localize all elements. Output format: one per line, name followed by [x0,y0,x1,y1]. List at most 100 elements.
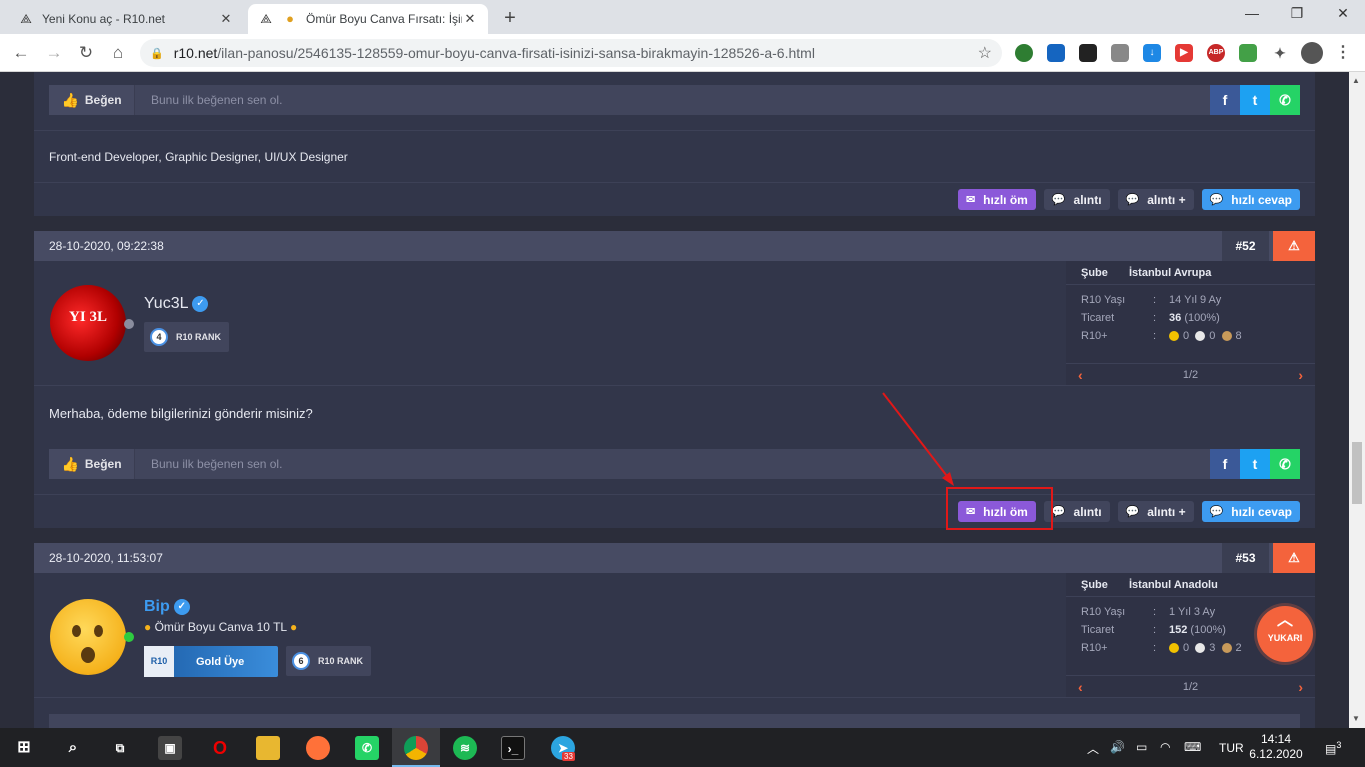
scroll-to-top-button[interactable]: ︿ YUKARI [1257,606,1313,662]
close-window-icon[interactable]: ✕ [1329,5,1357,22]
whatsapp-icon[interactable]: ✆ [1270,449,1300,479]
adblock-icon[interactable]: ABP [1207,44,1225,62]
extension-icon[interactable] [1047,44,1065,62]
chevron-right-icon[interactable]: › [1298,679,1303,695]
comment-icon: 💬 [1051,194,1066,206]
post-date: 28-10-2020, 09:22:38 [49,239,164,253]
tab-yeni-konu[interactable]: ⟁ Yeni Konu aç - R10.net ✕ [8,4,244,34]
page-scrollbar[interactable]: ▲ ▼ [1349,72,1365,728]
scroll-down-arrow-icon[interactable]: ▼ [1352,714,1360,723]
info-pager: ‹ 1/2 › [1066,675,1315,697]
task-view-icon[interactable]: ⧉ [108,736,132,760]
facebook-icon[interactable]: f [1210,449,1240,479]
post-51-card: 👍 Beğen Bunu ilk beğenen sen ol. f t ✆ Fr… [34,72,1315,216]
keyboard-icon[interactable]: ⌨ [1184,740,1201,754]
bookmark-star-icon[interactable]: ☆ [978,43,992,63]
user-avatar[interactable]: YI 3L [50,285,126,361]
store-icon[interactable]: ▣ [158,736,182,760]
post-number-link[interactable]: #53 [1222,543,1269,573]
telegram-badge: 33 [562,752,575,761]
terminal-icon[interactable]: ›_ [501,736,525,760]
info-pager: ‹ 1/2 › [1066,363,1315,385]
battery-icon[interactable]: ▭ [1136,740,1147,754]
comment-icon: 💬 [1209,194,1224,206]
search-icon[interactable]: ⌕ [61,736,85,760]
download-extension-icon[interactable]: ↓ [1143,44,1161,62]
file-explorer-icon[interactable] [256,736,280,760]
close-tab-icon[interactable]: ✕ [218,11,234,27]
opera-icon[interactable]: O [208,736,232,760]
emoji-icon: ● [144,620,152,634]
gold-member-badge: R10 Gold Üye [144,646,278,677]
new-tab-icon[interactable]: + [498,7,522,30]
whatsapp-icon[interactable]: ✆ [355,736,379,760]
firefox-icon[interactable] [306,736,330,760]
home-icon[interactable]: ⌂ [107,42,129,64]
twitter-icon[interactable]: t [1240,449,1270,479]
post-number-link[interactable]: #52 [1222,231,1269,261]
youtube-extension-icon[interactable]: ▶ [1175,44,1193,62]
quick-pm-button[interactable]: ✉ hızlı öm [957,189,1036,210]
whatsapp-icon[interactable]: ✆ [1270,85,1300,115]
tab-title: Ömür Boyu Canva Fırsatı: İşinizi Sansa [306,12,462,26]
tab-canva-thread[interactable]: ⟁ ● Ömür Boyu Canva Fırsatı: İşinizi San… [248,4,488,34]
like-status-text: Bunu ilk beğenen sen ol. [151,457,283,471]
notification-center-icon[interactable]: ▤3 [1325,740,1341,756]
forward-icon[interactable]: → [43,42,65,64]
menu-kebab-icon[interactable]: ⋮ [1334,44,1352,62]
facebook-icon[interactable]: f [1210,85,1240,115]
scroll-up-arrow-icon[interactable]: ▲ [1352,76,1360,85]
post-date: 28-10-2020, 11:53:07 [49,551,163,565]
close-tab-icon[interactable]: ✕ [462,11,478,27]
user-avatar[interactable] [50,599,126,675]
divider [34,182,1315,183]
chevron-right-icon[interactable]: › [1298,367,1303,383]
username-link[interactable]: Yuc3L ✓ [144,295,209,313]
volume-icon[interactable]: 🔊 [1110,740,1125,754]
scrollbar-thumb[interactable] [1352,442,1362,504]
report-warning-icon[interactable]: ⚠ [1273,543,1315,573]
like-bar: 👍 Beğen Bunu ilk beğenen sen ol. f t ✆ [49,85,1300,115]
camera-extension-icon[interactable] [1111,44,1129,62]
user-info-panel: Şube İstanbul Avrupa R10 Yaşı:14 Yıl 9 Ay… [1066,261,1315,385]
chevron-left-icon[interactable]: ‹ [1078,367,1083,383]
chevron-left-icon[interactable]: ‹ [1078,679,1083,695]
chrome-icon[interactable] [404,736,428,760]
report-warning-icon[interactable]: ⚠ [1273,231,1315,261]
back-icon[interactable]: ← [10,42,32,64]
like-button[interactable]: 👍 Beğen [49,449,135,479]
divider [34,697,1315,698]
address-toolbar: ← → ↻ ⌂ 🔒 r10.net/ilan-panosu/2546135-12… [0,34,1365,72]
r10-favicon-icon: ⟁ [260,11,272,26]
quick-reply-button[interactable]: 💬 hızlı cevap [1201,501,1300,522]
language-indicator[interactable]: TUR [1219,741,1244,755]
multi-quote-button[interactable]: 💬 alıntı + [1117,189,1194,210]
extension-icon[interactable] [1079,44,1097,62]
spotify-icon[interactable]: ≋ [453,736,477,760]
chevron-up-icon[interactable]: ︿ [1087,740,1099,757]
post-53-header: 28-10-2020, 11:53:07 #53 ⚠ [34,543,1315,573]
quote-button[interactable]: 💬 alıntı [1043,501,1110,522]
like-button[interactable]: 👍 Beğen [49,85,135,115]
annotation-highlight-box [946,487,1053,530]
browser-tab-bar: ⟁ Yeni Konu aç - R10.net ✕ ⟁ ● Ömür Boyu… [0,0,1365,34]
maximize-icon[interactable]: ❐ [1283,5,1311,22]
clock[interactable]: 14:14 6.12.2020 [1246,732,1306,762]
envelope-icon: ✉ [965,194,976,206]
minimize-icon[interactable]: — [1238,5,1266,21]
quick-reply-button[interactable]: 💬 hızlı cevap [1201,189,1300,210]
globe-extension-icon[interactable] [1015,44,1033,62]
silver-medal-icon [1195,643,1206,654]
puzzle-extensions-icon[interactable]: ✦ [1271,44,1289,62]
multi-quote-button[interactable]: 💬 alıntı + [1117,501,1194,522]
extension-icon[interactable] [1239,44,1257,62]
username-link[interactable]: Bip ✓ [144,598,190,616]
url-bar[interactable]: 🔒 r10.net/ilan-panosu/2546135-128559-omu… [140,39,1002,67]
quote-button[interactable]: 💬 alıntı [1043,189,1110,210]
wifi-icon[interactable]: ◠ [1160,740,1170,754]
reload-icon[interactable]: ↻ [75,42,97,64]
twitter-icon[interactable]: t [1240,85,1270,115]
profile-avatar-icon[interactable] [1301,42,1323,64]
gold-medal-icon [1169,643,1179,654]
windows-start-icon[interactable]: ⊞ [12,736,36,760]
